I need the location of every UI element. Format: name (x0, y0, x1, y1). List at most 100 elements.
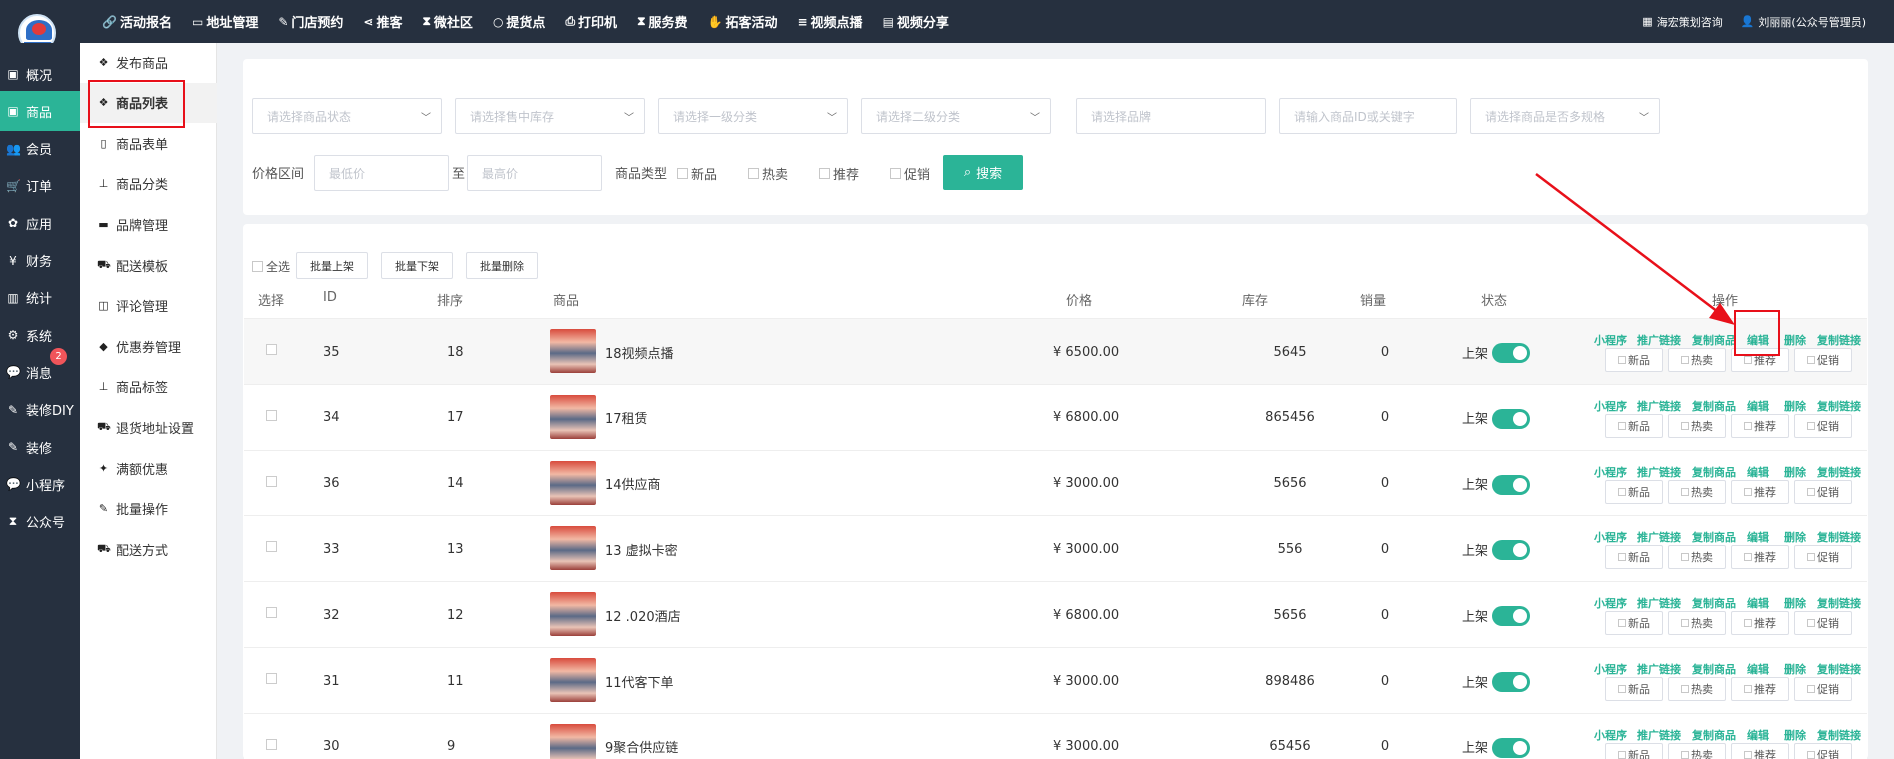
sidebar-item-3[interactable]: 🛒 订单 (0, 166, 80, 206)
tag-button-1[interactable]: 热卖 (1668, 677, 1726, 701)
keyword-input[interactable]: 请输入商品ID或关键字 (1279, 98, 1457, 134)
tag-button-1[interactable]: 热卖 (1668, 742, 1726, 759)
sidebar-item-0[interactable]: ▣ 概况 (0, 54, 80, 94)
tag-button-0[interactable]: 新品 (1605, 545, 1663, 570)
max-price-input[interactable]: 最高价 (467, 155, 602, 191)
top-nav-item-4[interactable]: ⧗ 微社区 (422, 12, 472, 31)
tag-button-0[interactable]: 新品 (1605, 611, 1663, 636)
row-checkbox[interactable] (266, 738, 277, 750)
top-nav-item-8[interactable]: ✋ 拓客活动 (708, 12, 778, 32)
type-checkbox-hot[interactable]: 热卖 (748, 164, 788, 183)
tag-button-3[interactable]: 促销 (1794, 742, 1852, 759)
sidebar-item-7[interactable]: ⚙ 系统 (0, 315, 80, 355)
tag-button-3[interactable]: 促销 (1794, 413, 1852, 438)
tag-button-3[interactable]: 促销 (1794, 545, 1852, 570)
row-checkbox[interactable] (266, 673, 277, 684)
tag-button-2[interactable]: 推荐 (1731, 413, 1789, 438)
bulk-on-shelf-button[interactable]: 批量上架 (296, 252, 368, 279)
op-link-1[interactable]: 推广链接 (1637, 529, 1681, 544)
bulk-delete-button[interactable]: 批量删除 (466, 252, 538, 279)
tag-button-2[interactable]: 推荐 (1731, 479, 1789, 504)
status-select[interactable]: 请选择商品状态 ﹀ (252, 98, 442, 134)
op-link-3[interactable]: 编辑 (1747, 464, 1769, 479)
tag-button-1[interactable]: 热卖 (1668, 348, 1726, 372)
subnav-item-1[interactable]: ❖ 商品列表 (80, 82, 217, 123)
subnav-item-3[interactable]: ⊥ 商品分类 (80, 164, 217, 204)
type-checkbox-new[interactable]: 新品 (677, 164, 717, 183)
sidebar-item-9[interactable]: ✎ 装修DIY (0, 390, 80, 430)
row-checkbox[interactable] (266, 541, 277, 553)
op-link-2[interactable]: 复制商品 (1692, 595, 1736, 610)
status-toggle[interactable] (1492, 474, 1530, 495)
op-link-5[interactable]: 复制链接 (1817, 727, 1861, 742)
tag-button-2[interactable]: 推荐 (1731, 611, 1789, 636)
op-link-0[interactable]: 小程序 (1594, 332, 1627, 347)
op-link-4[interactable]: 删除 (1784, 661, 1806, 676)
subnav-item-8[interactable]: ⊥ 商品标签 (80, 367, 217, 407)
tag-button-0[interactable]: 新品 (1605, 742, 1663, 759)
tag-button-3[interactable]: 促销 (1794, 677, 1852, 701)
status-toggle[interactable] (1492, 408, 1530, 429)
tag-button-3[interactable]: 促销 (1794, 479, 1852, 504)
select-all-checkbox[interactable]: 全选 (252, 258, 290, 275)
op-link-1[interactable]: 推广链接 (1637, 595, 1681, 610)
subnav-item-6[interactable]: ◫ 评论管理 (80, 286, 217, 326)
tag-button-1[interactable]: 热卖 (1668, 545, 1726, 570)
subnav-item-10[interactable]: ✦ 满额优惠 (80, 448, 217, 488)
sidebar-item-10[interactable]: ✎ 装修 (0, 427, 80, 467)
top-nav-item-3[interactable]: ⋖ 推客 (363, 12, 402, 32)
tag-button-3[interactable]: 促销 (1794, 611, 1852, 636)
tag-button-2[interactable]: 推荐 (1731, 677, 1789, 701)
op-link-2[interactable]: 复制商品 (1692, 332, 1736, 347)
tag-button-2[interactable]: 推荐 (1731, 545, 1789, 570)
subnav-item-9[interactable]: ⛟ 退货地址设置 (80, 407, 217, 447)
sidebar-item-12[interactable]: ⧗ 公众号 (0, 502, 80, 542)
spec-select[interactable]: 请选择商品是否多规格 ﹀ (1470, 98, 1660, 134)
op-link-1[interactable]: 推广链接 (1637, 332, 1681, 347)
type-checkbox-promotion[interactable]: 促销 (890, 164, 930, 183)
op-link-3[interactable]: 编辑 (1747, 529, 1769, 544)
subnav-item-5[interactable]: ⛟ 配送模板 (80, 245, 217, 285)
goods-thumbnail[interactable] (550, 592, 596, 637)
row-checkbox[interactable] (266, 344, 277, 355)
status-toggle[interactable] (1492, 540, 1530, 561)
top-nav-item-2[interactable]: ✎ 门店预约 (278, 12, 343, 32)
op-link-4[interactable]: 删除 (1784, 332, 1806, 347)
goods-thumbnail[interactable] (550, 658, 596, 702)
bulk-off-shelf-button[interactable]: 批量下架 (381, 252, 453, 279)
op-link-1[interactable]: 推广链接 (1637, 727, 1681, 742)
tag-button-0[interactable]: 新品 (1605, 348, 1663, 372)
goods-thumbnail[interactable] (550, 723, 596, 759)
status-toggle[interactable] (1492, 606, 1530, 627)
goods-thumbnail[interactable] (550, 526, 596, 571)
subnav-item-0[interactable]: ❖ 发布商品 (80, 42, 217, 82)
tag-button-1[interactable]: 热卖 (1668, 413, 1726, 438)
user-menu[interactable]: 👤 刘丽丽(公众号管理员) (1741, 14, 1866, 30)
top-nav-item-5[interactable]: ○ 提货点 (493, 12, 546, 32)
sidebar-item-1[interactable]: ▣ 商品 (0, 91, 80, 132)
sidebar-item-6[interactable]: ▥ 统计 (0, 278, 80, 318)
op-link-2[interactable]: 复制商品 (1692, 398, 1736, 413)
tag-button-0[interactable]: 新品 (1605, 677, 1663, 701)
category1-select[interactable]: 请选择一级分类 ﹀ (658, 98, 848, 134)
subnav-item-2[interactable]: ▯ 商品表单 (80, 123, 217, 163)
op-link-5[interactable]: 复制链接 (1817, 595, 1861, 610)
status-toggle[interactable] (1492, 737, 1530, 758)
top-nav-item-9[interactable]: ≡ 视频点播 (797, 12, 862, 32)
op-link-0[interactable]: 小程序 (1594, 595, 1627, 610)
row-checkbox[interactable] (266, 409, 277, 421)
subnav-item-11[interactable]: ✎ 批量操作 (80, 489, 217, 529)
sidebar-item-11[interactable]: 💬 小程序 (0, 464, 80, 504)
type-checkbox-recommend[interactable]: 推荐 (819, 164, 859, 183)
op-link-0[interactable]: 小程序 (1594, 727, 1627, 742)
op-link-5[interactable]: 复制链接 (1817, 332, 1861, 347)
subnav-item-7[interactable]: ◆ 优惠券管理 (80, 326, 217, 366)
op-link-2[interactable]: 复制商品 (1692, 661, 1736, 676)
op-link-4[interactable]: 删除 (1784, 595, 1806, 610)
op-link-5[interactable]: 复制链接 (1817, 529, 1861, 544)
op-link-5[interactable]: 复制链接 (1817, 661, 1861, 676)
search-button[interactable]: ⌕ 搜索 (943, 155, 1023, 190)
op-link-0[interactable]: 小程序 (1594, 661, 1627, 676)
goods-thumbnail[interactable] (550, 460, 596, 505)
tag-button-1[interactable]: 热卖 (1668, 479, 1726, 504)
